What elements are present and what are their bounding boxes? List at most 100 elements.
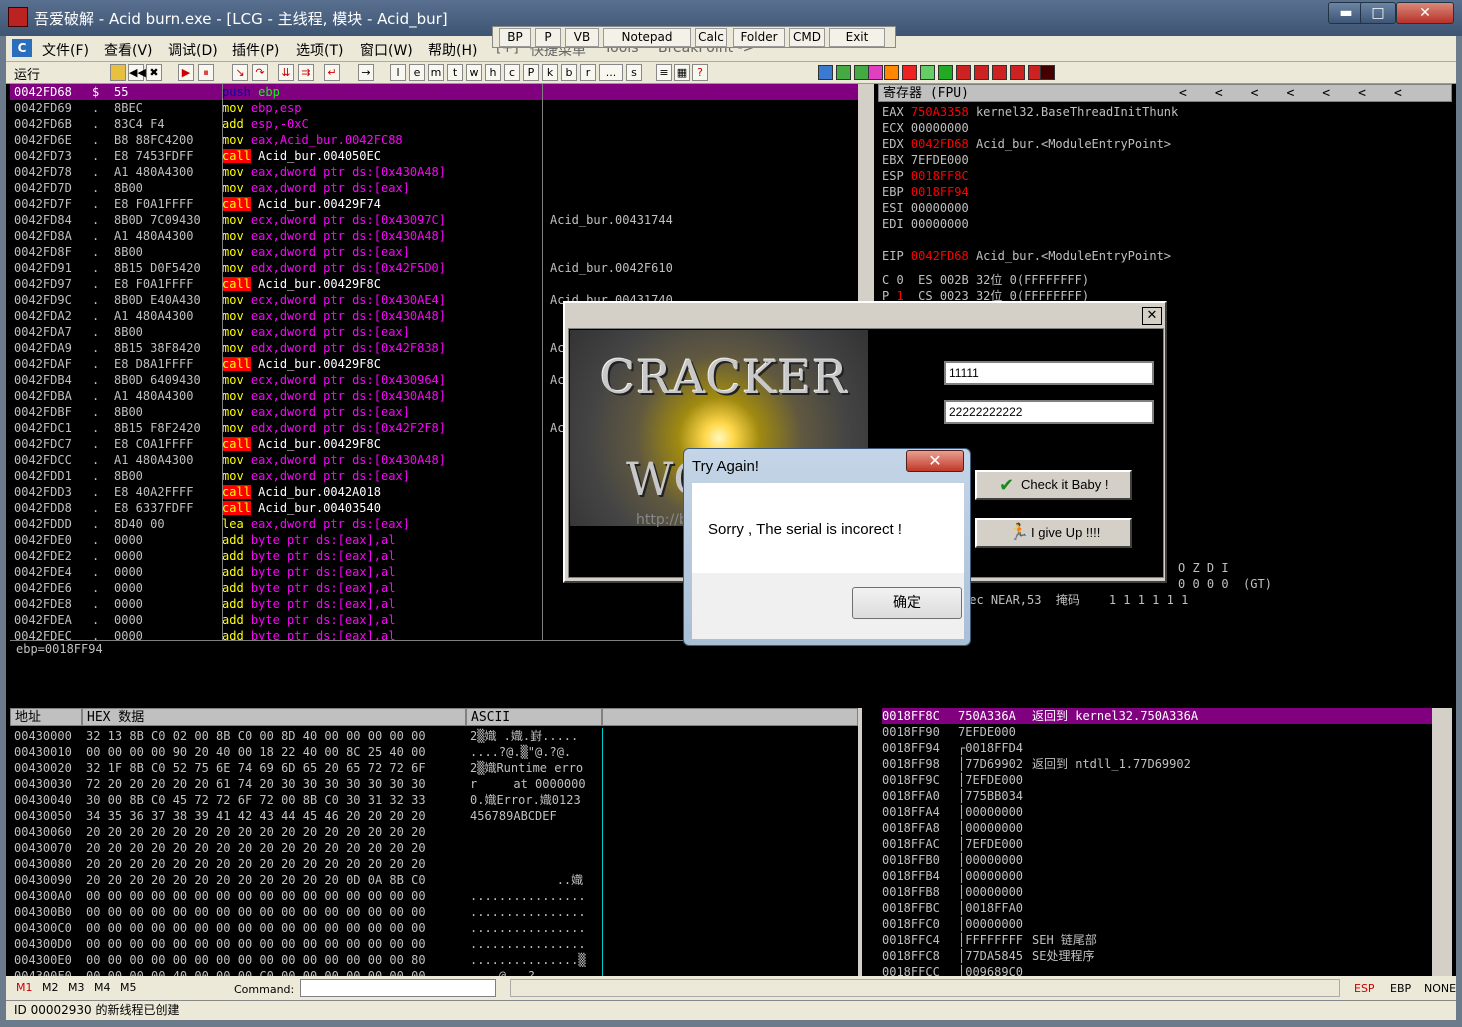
disasm-row[interactable]: 0042FD73. E8 7453FDFF call Acid_bur.004050…	[10, 148, 862, 164]
give-up-button[interactable]: 🏃 I give Up !!!!	[975, 518, 1132, 548]
stack-row[interactable]: 0018FFB0 │00000000	[882, 852, 1432, 868]
execute-till-return-icon[interactable]: ↵	[324, 64, 340, 81]
dump-row[interactable]: 004300C0 00 00 00 00 00 00 00 00 00 00 00…	[10, 920, 858, 936]
register-row[interactable]: EBP 0018FF94	[882, 184, 1442, 200]
plugin2-icon[interactable]	[854, 65, 869, 80]
help-icon[interactable]: ?	[692, 64, 708, 81]
stack-row[interactable]: 0018FFB4 │00000000	[882, 868, 1432, 884]
flag-row[interactable]: C 0 ES 002B 32位 0(FFFFFFFF)	[882, 272, 1442, 288]
refresh-icon[interactable]	[818, 65, 833, 80]
disasm-row[interactable]: 0042FD84. 8B0D 7C09430 mov ecx,dword ptr d…	[10, 212, 862, 228]
register-row[interactable]: ESP 0018FF8C	[882, 168, 1442, 184]
calc-button[interactable]: Calc	[695, 28, 727, 47]
menu-window[interactable]: 窗口(W)	[360, 40, 413, 60]
folder-button[interactable]: Folder	[733, 28, 785, 47]
dump-row[interactable]: 004300F0 00 00 00 00 40 00 00 00 C0 00 00…	[10, 968, 858, 976]
disasm-row[interactable]: 0042FD8F. 8B00 mov eax,dword ptr ds:[eax]	[10, 244, 862, 260]
plugin3-icon[interactable]	[868, 65, 883, 80]
tb-b[interactable]: b	[561, 64, 577, 81]
dump-row[interactable]: 00430000 32 13 8B C0 02 00 8B C0 00 8D 40…	[10, 728, 858, 744]
command-input[interactable]	[300, 979, 496, 997]
disasm-row[interactable]: 0042FD78. A1 480A4300 mov eax,dword ptr ds…	[10, 164, 862, 180]
tb-more[interactable]: ...	[599, 64, 623, 81]
eip-row[interactable]: EIP 0042FD68 Acid_bur.<ModuleEntryPoint>	[882, 248, 1442, 264]
grid-icon[interactable]: ▦	[674, 64, 690, 81]
dump-row[interactable]: 00430060 20 20 20 20 20 20 20 20 20 20 20…	[10, 824, 858, 840]
close-button[interactable]: ✕	[1396, 2, 1454, 24]
rewind-icon[interactable]: ◀◀	[128, 64, 146, 81]
register-row[interactable]: EDI 00000000	[882, 216, 1442, 232]
dump-row[interactable]: 00430010 00 00 00 00 90 20 40 00 18 22 40…	[10, 744, 858, 760]
disasm-row[interactable]: 0042FD68 $55 push ebp	[10, 84, 862, 100]
cmd-button[interactable]: CMD	[789, 28, 825, 47]
stack-pane[interactable]: 0018FF8C 750A336A 返回到 kernel32.750A336A 001…	[878, 708, 1452, 976]
register-row[interactable]: EBX 7EFDE000	[882, 152, 1442, 168]
stack-row[interactable]: 0018FF94 ┌0018FFD4	[882, 740, 1432, 756]
tab-m2[interactable]: M2	[42, 981, 59, 994]
ok-button[interactable]: 确定	[852, 587, 962, 619]
list-icon[interactable]: ≡	[656, 64, 672, 81]
dump-row[interactable]: 004300D0 00 00 00 00 00 00 00 00 00 00 00…	[10, 936, 858, 952]
check-it-button[interactable]: ✔ Check it Baby !	[975, 470, 1132, 500]
dump-row[interactable]: 004300A0 00 00 00 00 00 00 00 00 00 00 00…	[10, 888, 858, 904]
menu-plugins[interactable]: 插件(P)	[232, 40, 279, 60]
dump-row[interactable]: 00430030 72 20 20 20 20 20 61 74 20 30 30…	[10, 776, 858, 792]
tb-e[interactable]: e	[409, 64, 425, 81]
tab-m5[interactable]: M5	[120, 981, 137, 994]
bp-button[interactable]: BP	[499, 28, 531, 47]
stack-row[interactable]: 0018FF98 │77D69902 返回到 ntdll_1.77D69902	[882, 756, 1432, 772]
tb-s[interactable]: s	[626, 64, 642, 81]
dump-row[interactable]: 004300E0 00 00 00 00 00 00 00 00 00 00 00…	[10, 952, 858, 968]
tb-m[interactable]: m	[428, 64, 444, 81]
register-nav-arrows[interactable]: <<<<<<<	[1179, 85, 1430, 103]
tb-t[interactable]: t	[447, 64, 463, 81]
stack-row[interactable]: 0018FFC0 │00000000	[882, 916, 1432, 932]
tab-m4[interactable]: M4	[94, 981, 111, 994]
none-toggle[interactable]: NONE	[1424, 982, 1456, 995]
plugin11-icon[interactable]	[1010, 65, 1025, 80]
name-input[interactable]: 11111	[944, 361, 1154, 385]
menu-options[interactable]: 选项(T)	[296, 40, 343, 60]
tab-m1[interactable]: M1	[16, 981, 33, 994]
dialog-close-button[interactable]: ✕	[906, 450, 964, 472]
notepad-button[interactable]: Notepad	[603, 28, 691, 47]
dump-row[interactable]: 00430070 20 20 20 20 20 20 20 20 20 20 20…	[10, 840, 858, 856]
run-icon[interactable]: ▶	[178, 64, 194, 81]
register-row[interactable]: EDX 0042FD68 Acid_bur.<ModuleEntryPoint>	[882, 136, 1442, 152]
open-icon[interactable]	[110, 64, 126, 81]
ebp-toggle[interactable]: EBP	[1390, 982, 1411, 995]
stack-row[interactable]: 0018FFCC │009689C0	[882, 964, 1432, 976]
stack-row[interactable]: 0018FF8C 750A336A 返回到 kernel32.750A336A	[882, 708, 1432, 724]
tb-k[interactable]: k	[542, 64, 558, 81]
plugin13-icon[interactable]	[1040, 65, 1055, 80]
trace-over-icon[interactable]: ⇉	[298, 64, 314, 81]
trace-into-icon[interactable]: ⇊	[278, 64, 294, 81]
exit-button[interactable]: Exit	[829, 28, 885, 47]
step-into-icon[interactable]: ↘	[232, 64, 248, 81]
plugin1-icon[interactable]	[836, 65, 851, 80]
plugin9-icon[interactable]	[974, 65, 989, 80]
stack-row[interactable]: 0018FF9C │7EFDE000	[882, 772, 1432, 788]
stack-row[interactable]: 0018FFB8 │00000000	[882, 884, 1432, 900]
disasm-row[interactable]: 0042FD7F. E8 F0A1FFFF call Acid_bur.00429F…	[10, 196, 862, 212]
disasm-row[interactable]: 0042FD6E. B8 88FC4200 mov eax,Acid_bur.004…	[10, 132, 862, 148]
step-over-icon[interactable]: ↷	[252, 64, 268, 81]
serial-input[interactable]: 22222222222	[944, 400, 1154, 424]
esp-toggle[interactable]: ESP	[1354, 982, 1375, 995]
stack-row[interactable]: 0018FFBC │0018FFA0	[882, 900, 1432, 916]
dump-row[interactable]: 00430020 32 1F 8B C0 52 75 6E 74 69 6D 65…	[10, 760, 858, 776]
dump-row[interactable]: 00430090 20 20 20 20 20 20 20 20 20 20 20…	[10, 872, 858, 888]
register-row[interactable]: EAX 750A3358 kernel32.BaseThreadInitThun…	[882, 104, 1442, 120]
menu-file[interactable]: 文件(F)	[42, 40, 89, 60]
go-to-icon[interactable]: →	[358, 64, 374, 81]
stack-row[interactable]: 0018FFC4 │FFFFFFFF SEH 链尾部	[882, 932, 1432, 948]
minimize-button[interactable]: ▬	[1328, 2, 1364, 24]
tb-w[interactable]: w	[466, 64, 482, 81]
hex-dump-pane[interactable]: 地址 HEX 数据 ASCII 00430000 32 13 8B C0 02 0…	[10, 708, 862, 976]
pause-icon[interactable]: ⏸	[198, 64, 214, 81]
disasm-row[interactable]: 0042FD8A. A1 480A4300 mov eax,dword ptr ds…	[10, 228, 862, 244]
menu-view[interactable]: 查看(V)	[104, 40, 153, 60]
tb-c[interactable]: c	[504, 64, 520, 81]
stack-row[interactable]: 0018FFC8 │77DA5845 SE处理程序	[882, 948, 1432, 964]
dump-row[interactable]: 004300B0 00 00 00 00 00 00 00 00 00 00 00…	[10, 904, 858, 920]
